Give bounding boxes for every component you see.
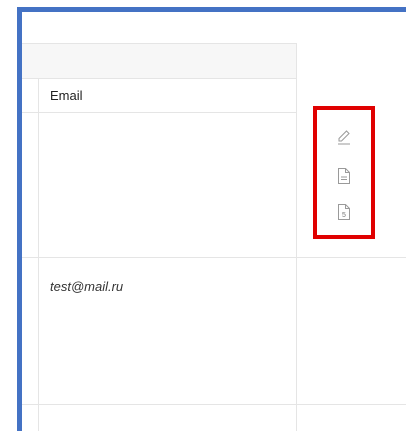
- table-panel: Email test@mail.ru 5: [17, 7, 406, 431]
- table-row-divider: [22, 404, 406, 405]
- column-divider: [38, 78, 39, 431]
- highlight-annotation: [313, 106, 375, 239]
- table-row-divider: [22, 257, 406, 258]
- table-top-band: [22, 43, 296, 79]
- actions-column-divider: [296, 43, 297, 431]
- column-header-email[interactable]: Email: [50, 88, 83, 103]
- email-cell: test@mail.ru: [50, 279, 124, 294]
- toolbar-area: [22, 12, 406, 43]
